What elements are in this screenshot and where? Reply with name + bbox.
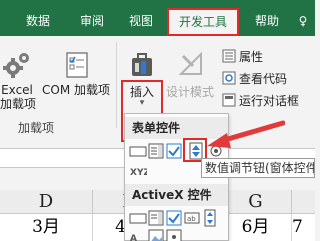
insert-controls-button[interactable]: 插入 ▾ (125, 48, 159, 108)
view-code-icon (222, 71, 236, 85)
view-code-label: 查看代码 (239, 72, 288, 86)
tab-help[interactable]: 帮助 (249, 9, 285, 33)
svg-text:A: A (130, 234, 137, 241)
com-addins-button[interactable]: COM 加载项 (38, 50, 114, 97)
checkbox-control-icon[interactable] (165, 142, 183, 160)
activex-textbox-icon[interactable]: ab (183, 209, 201, 227)
gear-icon (3, 53, 29, 78)
button-control-icon[interactable] (129, 142, 147, 160)
activex-image-icon[interactable] (147, 228, 165, 241)
column-header-g[interactable]: G (220, 190, 292, 214)
spin-button-tooltip: 数值调节钮(窗体控件) (201, 158, 315, 178)
com-addins-icon (66, 52, 88, 78)
toolbox-icon (132, 53, 152, 76)
excel-addins-label: Excel 加载项 (0, 83, 37, 111)
excel-addins-button[interactable]: Excel 加载项 (0, 50, 37, 111)
cell-d[interactable]: 3月 (0, 214, 93, 241)
svg-text:XYZ: XYZ (130, 168, 147, 178)
tab-view[interactable]: 视图 (123, 9, 159, 33)
cell-h[interactable]: 7 (292, 214, 315, 241)
activex-more-controls-icon[interactable] (165, 228, 183, 241)
run-dialog-icon (222, 93, 236, 107)
activex-controls-header: ActiveX 控件 (125, 184, 228, 206)
design-mode-label: 设计模式 (165, 85, 214, 99)
run-dialog-label: 运行对话框 (239, 94, 300, 108)
tab-data[interactable]: 数据 (20, 9, 56, 33)
run-dialog-button[interactable]: 运行对话框 (222, 92, 299, 110)
com-addins-label: COM 加载项 (42, 83, 110, 97)
cell-g[interactable]: 6月 (220, 214, 292, 241)
activex-label-icon[interactable]: A (129, 228, 147, 241)
activex-checkbox-icon[interactable] (165, 209, 183, 227)
tab-developer[interactable]: 开发工具 (167, 8, 239, 36)
ruler-pencil-icon (178, 51, 202, 75)
column-header-partial[interactable] (292, 190, 315, 214)
activex-combo-box-icon[interactable] (147, 209, 165, 227)
properties-button[interactable]: 属性 (222, 48, 263, 66)
ribbon-tab-bar: 数据 审阅 视图 开发工具 帮助 ♀ (0, 0, 315, 36)
activex-button-icon[interactable] (129, 209, 147, 227)
column-header-d[interactable]: D (0, 190, 93, 214)
group-separator (116, 42, 117, 128)
insert-label: 插入 (129, 85, 154, 99)
activex-spin-button-icon[interactable] (201, 209, 219, 227)
red-arrow-annotation (207, 120, 285, 148)
properties-label: 属性 (239, 50, 264, 64)
tab-review[interactable]: 审阅 (74, 9, 110, 33)
properties-icon (222, 49, 236, 63)
label-control-icon[interactable]: XYZ (129, 162, 147, 180)
addins-group-label: 加载项 (18, 121, 55, 135)
svg-text:ab: ab (187, 215, 196, 223)
tell-me-icon[interactable]: ♀ (294, 9, 312, 33)
combo-box-control-icon[interactable] (147, 142, 165, 160)
chevron-down-icon: ▾ (139, 98, 145, 108)
view-code-button[interactable]: 查看代码 (222, 70, 287, 88)
design-mode-button[interactable]: 设计模式 (164, 48, 216, 99)
